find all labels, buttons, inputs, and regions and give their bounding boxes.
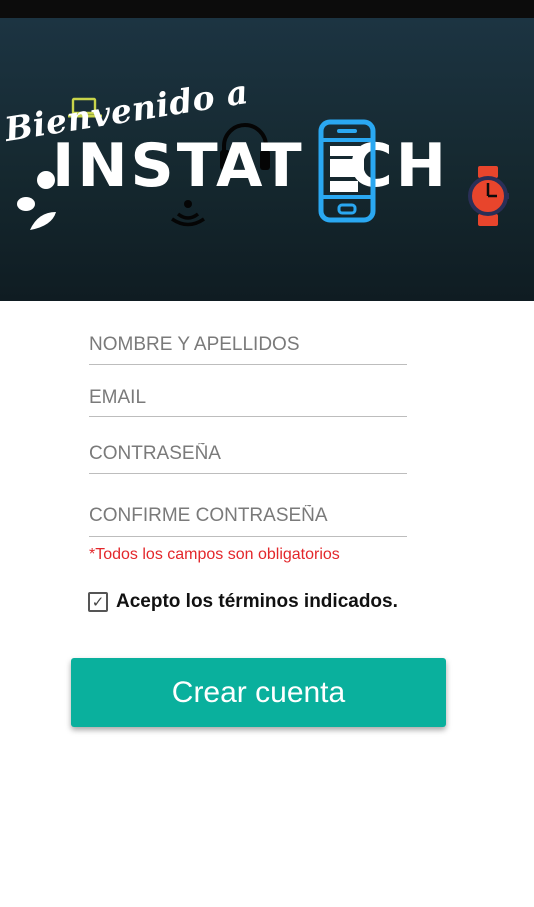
brand-prefix: INSTAT — [52, 131, 305, 201]
email-field-container — [89, 385, 407, 417]
terms-checkbox[interactable]: ✓ — [88, 592, 108, 612]
check-icon: ✓ — [91, 593, 105, 611]
terms-row[interactable]: ✓ Acepto los términos indicados. — [88, 591, 398, 613]
fullname-input[interactable] — [89, 332, 407, 358]
password-input[interactable] — [89, 441, 407, 467]
watch-icon — [468, 166, 509, 226]
wifi-icon — [171, 200, 205, 227]
confirm-password-field-container — [89, 503, 407, 537]
confirm-password-input[interactable] — [89, 503, 407, 529]
status-bar — [0, 0, 534, 18]
fullname-field-container — [89, 332, 407, 365]
password-field-container — [89, 441, 407, 474]
terms-label: Acepto los términos indicados. — [116, 591, 398, 612]
brand-logo: INSTATECH — [52, 136, 449, 196]
required-fields-note: *Todos los campos son obligatorios — [89, 546, 340, 563]
welcome-banner: Bienvenido a INSTATECH — [0, 18, 534, 301]
email-input[interactable] — [89, 385, 407, 411]
splash-icon — [17, 171, 56, 230]
create-account-button[interactable]: Crear cuenta — [71, 658, 446, 727]
phone-icon — [318, 119, 376, 223]
